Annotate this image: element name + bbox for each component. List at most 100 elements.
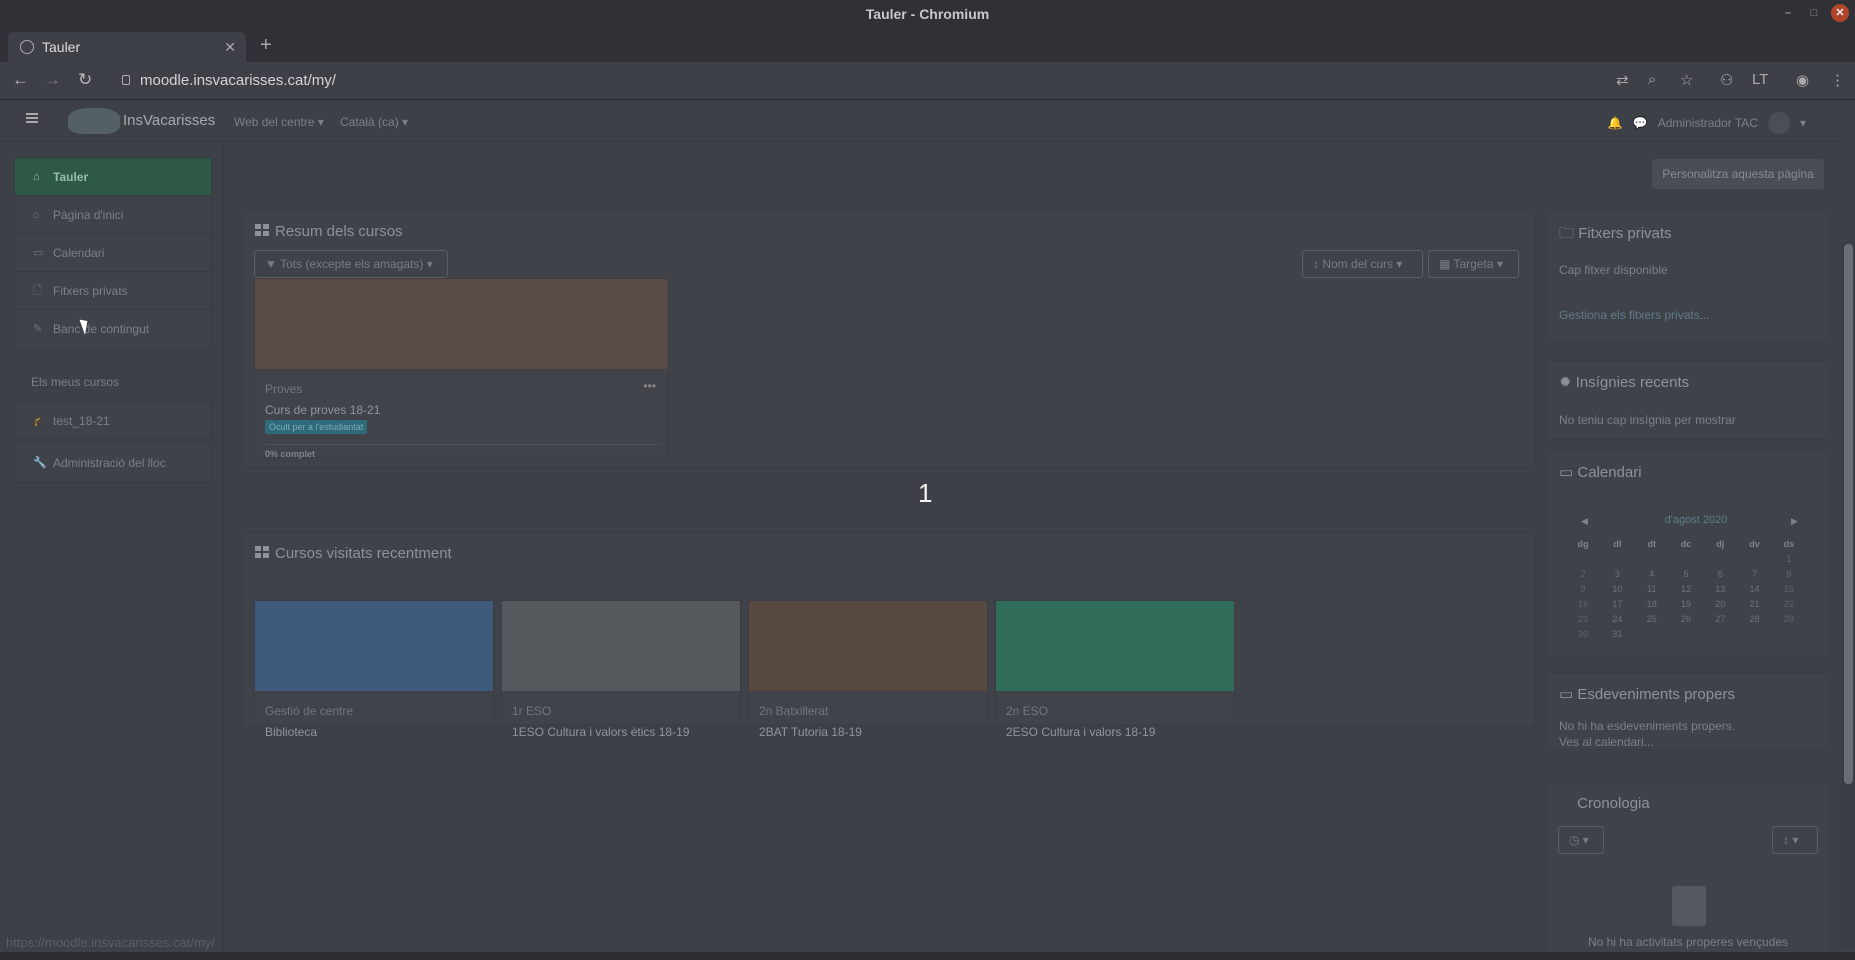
minimize-icon[interactable]: – (1779, 4, 1797, 22)
drawer-item-0[interactable]: ⌂ Tauler (15, 158, 211, 196)
course-name[interactable]: Biblioteca (265, 725, 317, 739)
drawer-course-test[interactable]: 🎓 test_18-21 (14, 401, 212, 439)
calendar-day[interactable]: 22 (1772, 599, 1806, 609)
course-actions-icon[interactable]: ••• (643, 379, 656, 393)
drawer-main-group: ⌂ Tauler ⌂ Pàgina d'inici ▭ Calendari 🗋 Fitxers… (14, 157, 212, 349)
filter-dropdown[interactable]: ▼ Tots (excepte els amagats) ▾ (254, 250, 448, 278)
site-logo[interactable] (68, 108, 120, 134)
view-dropdown[interactable]: ▦ Targeta ▾ (1428, 250, 1519, 278)
translate-icon[interactable]: ⇄ (1616, 71, 1629, 89)
profile-icon[interactable]: ◉ (1796, 71, 1809, 89)
timeline-title: Cronologia (1559, 795, 1650, 812)
forward-icon[interactable]: → (44, 70, 61, 90)
next-month-icon[interactable]: ▶ (1791, 516, 1798, 527)
course-name[interactable]: 2BAT Tutoria 18-19 (759, 725, 862, 739)
calendar-day[interactable]: 16 (1566, 599, 1600, 609)
notifications-bell-icon[interactable]: 🔔 (1608, 116, 1623, 130)
calendar-day[interactable]: 29 (1772, 614, 1806, 624)
drawer-item-3[interactable]: 🗋 Fitxers privats (15, 272, 211, 310)
page-scrollbar[interactable] (1841, 242, 1855, 947)
calendar-day[interactable]: 19 (1669, 599, 1703, 609)
menu-web-del-centre[interactable]: Web del centre ▾ (234, 115, 324, 129)
course-name[interactable]: 2ESO Cultura i valors 18-19 (1006, 725, 1155, 739)
calendar-day[interactable]: 25 (1635, 614, 1669, 624)
calendar-day[interactable]: 12 (1669, 584, 1703, 594)
course-name[interactable]: Curs de proves 18-21 (265, 403, 380, 417)
drawer-item-2[interactable]: ▭ Calendari (15, 234, 211, 272)
sort-dropdown[interactable]: ↕ Nom del curs ▾ (1302, 250, 1423, 278)
calendar-day[interactable]: 26 (1669, 614, 1703, 624)
maximize-icon[interactable]: □ (1805, 4, 1823, 22)
calendar-day (1703, 554, 1737, 564)
drawer-item-4[interactable]: ✎ Banc de contingut (15, 310, 211, 348)
menu-kebab-icon[interactable]: ⋮ (1830, 71, 1845, 89)
browser-tab[interactable]: Tauler ✕ (8, 32, 246, 62)
calendar-day[interactable]: 28 (1737, 614, 1771, 624)
messages-icon[interactable]: 💬 (1633, 116, 1648, 130)
calendar-day[interactable]: 17 (1600, 599, 1634, 609)
private-files-title: 🗀 Fitxers privats (1559, 225, 1672, 242)
course-image[interactable] (255, 279, 668, 369)
timeline-filter-dropdown[interactable]: ◷ ▾ (1558, 826, 1604, 854)
go-to-calendar-link[interactable]: Ves al calendari... (1559, 735, 1654, 749)
calendar-day[interactable]: 5 (1669, 569, 1703, 579)
calendar-day[interactable]: 30 (1566, 629, 1600, 639)
calendar-day (1737, 629, 1771, 639)
course-name[interactable]: 1ESO Cultura i valors ètics 18-19 (512, 725, 689, 739)
calendar-day[interactable]: 9 (1566, 584, 1600, 594)
new-tab-icon[interactable]: + (260, 34, 272, 57)
extension-icon[interactable]: ⚇ (1720, 71, 1733, 89)
recent-course-card[interactable]: 2n Batxillerat 2BAT Tutoria 18-19 (748, 600, 988, 739)
course-image[interactable] (749, 601, 987, 691)
reload-icon[interactable]: ↻ (78, 70, 92, 90)
customise-page-button[interactable]: Personalitza aquesta pàgina (1652, 159, 1824, 189)
calendar-day[interactable]: 2 (1566, 569, 1600, 579)
calendar-day[interactable]: 8 (1772, 569, 1806, 579)
calendar-day[interactable]: 6 (1703, 569, 1737, 579)
calendar-month[interactable]: d'agost 2020 (1656, 514, 1736, 526)
calendar-day[interactable]: 1 (1772, 554, 1806, 564)
recent-course-card[interactable]: Gestió de centre Biblioteca (254, 600, 494, 739)
avatar[interactable] (1767, 112, 1790, 134)
timeline-sort-dropdown[interactable]: ↕ ▾ (1772, 826, 1818, 854)
close-tab-icon[interactable]: ✕ (224, 32, 236, 62)
calendar-day[interactable]: 23 (1566, 614, 1600, 624)
address-bar[interactable]: moodle.insvacarisses.cat/my/ (112, 67, 1662, 95)
wrench-icon: 🔧 (33, 457, 47, 469)
recent-course-card[interactable]: 1r ESO 1ESO Cultura i valors ètics 18-19 (501, 600, 741, 739)
calendar-day[interactable]: 24 (1600, 614, 1634, 624)
scrollbar-thumb[interactable] (1844, 244, 1853, 784)
course-card-proves[interactable]: Proves ••• Curs de proves 18-21 Ocult pe… (254, 278, 669, 459)
calendar-day[interactable]: 21 (1737, 599, 1771, 609)
zoom-icon[interactable]: ⌕ (1648, 71, 1656, 88)
user-menu-chevron-icon[interactable]: ▾ (1800, 116, 1806, 130)
calendar-day[interactable]: 14 (1737, 584, 1771, 594)
drawer-item-1[interactable]: ⌂ Pàgina d'inici (15, 196, 211, 234)
prev-month-icon[interactable]: ◀ (1581, 516, 1588, 527)
course-image[interactable] (255, 601, 493, 691)
calendar-day[interactable]: 3 (1600, 569, 1634, 579)
hamburger-icon[interactable] (26, 113, 38, 123)
course-image[interactable] (502, 601, 740, 691)
calendar-day[interactable]: 18 (1635, 599, 1669, 609)
calendar-day[interactable]: 7 (1737, 569, 1771, 579)
calendar-day[interactable]: 13 (1703, 584, 1737, 594)
back-icon[interactable]: ← (12, 70, 29, 90)
calendar-day[interactable]: 20 (1703, 599, 1737, 609)
course-image[interactable] (996, 601, 1234, 691)
site-name[interactable]: InsVacarisses (123, 112, 215, 129)
bookmark-star-icon[interactable]: ☆ (1680, 71, 1693, 89)
recent-course-card[interactable]: 2n ESO 2ESO Cultura i valors 18-19 (995, 600, 1235, 739)
menu-language[interactable]: Català (ca) ▾ (340, 115, 408, 129)
calendar-day[interactable]: 4 (1635, 569, 1669, 579)
calendar-day[interactable]: 31 (1600, 629, 1634, 639)
manage-private-files-link[interactable]: Gestiona els fitxers privats... (1559, 308, 1710, 322)
calendar-day[interactable]: 10 (1600, 584, 1634, 594)
calendar-day[interactable]: 15 (1772, 584, 1806, 594)
close-window-icon[interactable]: ✕ (1831, 4, 1849, 22)
drawer-item-admin[interactable]: 🔧 Administració del lloc (15, 444, 211, 482)
calendar-day[interactable]: 27 (1703, 614, 1737, 624)
languagetool-icon[interactable]: LT (1752, 71, 1768, 88)
calendar-day[interactable]: 11 (1635, 584, 1669, 594)
user-name[interactable]: Administrador TAC (1658, 116, 1758, 130)
